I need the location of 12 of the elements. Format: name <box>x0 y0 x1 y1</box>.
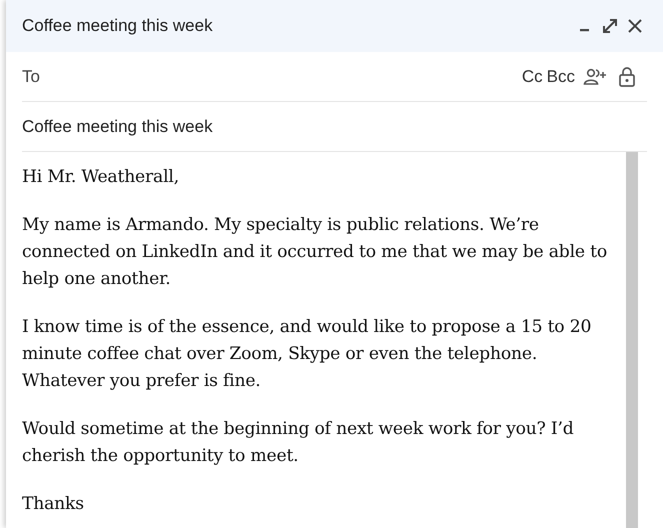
body-paragraph: I know time is of the essence, and would like to propose a 15 to 20 minute coffee chat over Zoom, Skype or even the telephone. Whatever you prefer is fine. <box>22 316 592 393</box>
body-paragraph: Hi Mr. Weatherall, <box>22 166 180 189</box>
scrollbar[interactable] <box>626 152 638 528</box>
body-paragraph: My name is Armando. My specialty is public relations. We’re connected on LinkedIn and it occurred to me that we may be able to help one another. <box>22 214 607 291</box>
bcc-link[interactable]: Bcc <box>546 66 575 86</box>
cc-link[interactable]: Cc <box>522 66 543 86</box>
expand-icon[interactable] <box>600 16 620 36</box>
body-paragraph: Thanks <box>22 493 85 516</box>
window-title: Coffee meeting this week <box>22 16 213 36</box>
body-paragraph: Would sometime at the beginning of next week work for you? I’d cherish the opportunity to meet. <box>22 418 575 468</box>
to-label[interactable]: To <box>22 66 40 86</box>
subject-field[interactable]: Coffee meeting this week <box>22 116 647 136</box>
